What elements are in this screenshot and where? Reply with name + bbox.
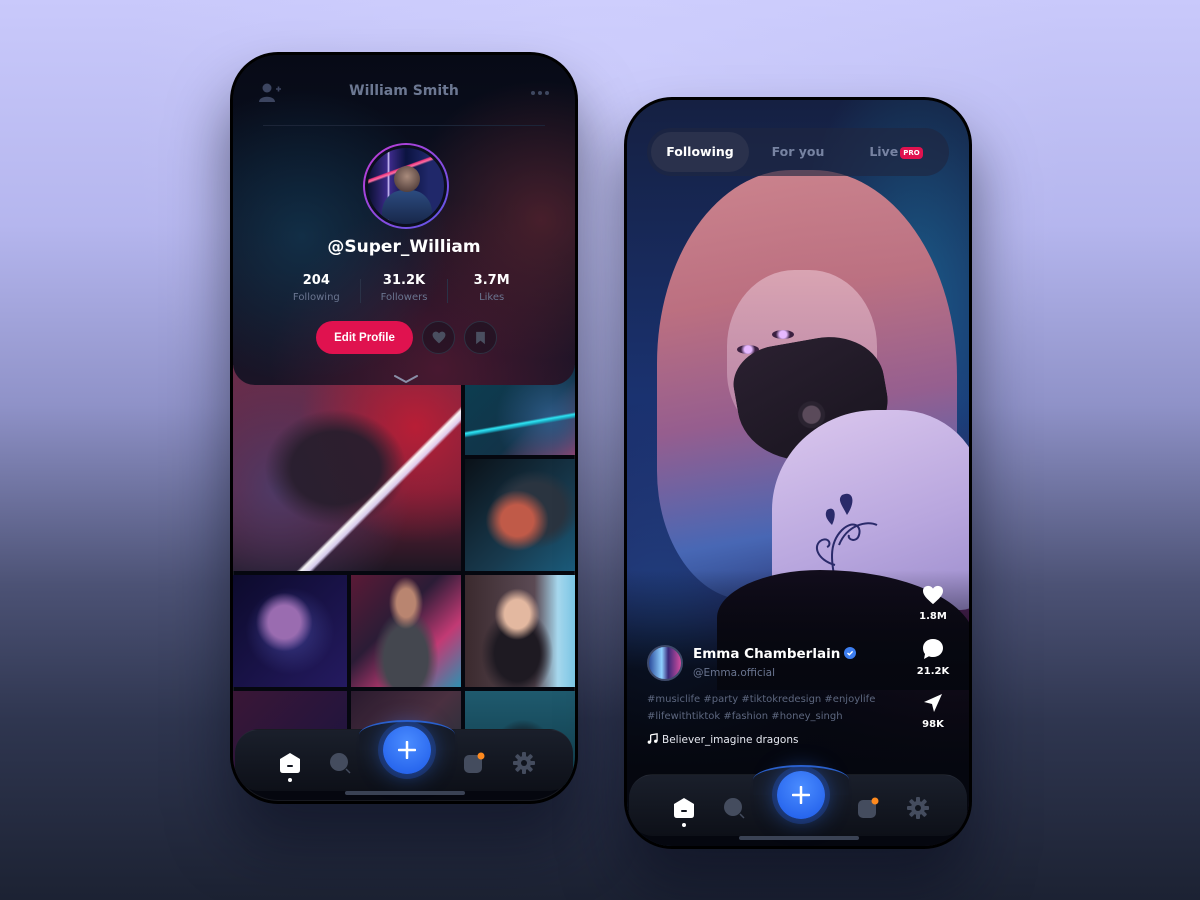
notification-dot	[477, 752, 485, 760]
feed-tabs: Following For you Live PRO	[647, 128, 949, 176]
search-icon[interactable]	[329, 752, 351, 774]
video-thumbnail[interactable]	[351, 575, 461, 687]
video-thumbnail[interactable]	[465, 459, 575, 571]
creator-handle: @Emma.official	[693, 667, 775, 679]
hashtag-line[interactable]: #lifewithtiktok #fashion #honey_singh	[647, 708, 907, 725]
feed-phone: Following For you Live PRO 1.8M 21.2K 98K…	[624, 97, 972, 849]
background	[0, 0, 1200, 900]
comment-icon	[923, 639, 943, 659]
home-icon[interactable]	[279, 752, 301, 774]
share-button[interactable]: 98K	[915, 693, 951, 730]
edit-profile-button[interactable]: Edit Profile	[316, 321, 413, 354]
stat-value: 3.7M	[473, 273, 510, 288]
stat-label: Likes	[479, 292, 505, 303]
song-title: Believer_imagine dragons	[662, 734, 799, 746]
inbox-icon[interactable]	[857, 797, 879, 819]
video-thumbnail[interactable]	[233, 365, 461, 571]
profile-phone: William Smith @Super_William 204 Followi…	[230, 52, 578, 804]
hashtags: #musiclife #party #tiktokredesign #enjoy…	[647, 691, 907, 725]
creator-avatar[interactable]	[647, 645, 683, 681]
chevron-down-icon[interactable]	[391, 373, 421, 387]
notification-dot	[871, 797, 879, 805]
create-button[interactable]	[777, 771, 825, 819]
search-icon[interactable]	[723, 797, 745, 819]
like-count: 1.8M	[919, 611, 947, 622]
stat-value: 204	[302, 273, 330, 288]
like-button[interactable]: 1.8M	[915, 585, 951, 622]
comment-button[interactable]: 21.2K	[915, 638, 951, 677]
stat-label: Following	[292, 292, 340, 303]
create-button[interactable]	[383, 726, 431, 774]
share-icon	[924, 694, 942, 712]
liked-videos-button[interactable]	[422, 321, 455, 354]
top-bar: William Smith	[233, 81, 575, 105]
stat-label: Followers	[380, 292, 428, 303]
creator-name-row[interactable]: Emma Chamberlain	[693, 646, 857, 662]
comment-count: 21.2K	[916, 666, 950, 677]
settings-icon[interactable]	[513, 752, 535, 774]
video-thumbnail[interactable]	[233, 575, 347, 687]
home-icon[interactable]	[673, 797, 695, 819]
heart-icon	[432, 331, 445, 344]
tab-label: Following	[666, 144, 734, 159]
inbox-icon[interactable]	[463, 752, 485, 774]
profile-handle: @Super_William	[327, 237, 481, 257]
home-indicator	[345, 791, 465, 795]
bottom-nav	[235, 720, 573, 791]
stat-likes[interactable]: 3.7M Likes	[448, 273, 535, 303]
tab-following[interactable]: Following	[651, 132, 749, 172]
avatar[interactable]	[363, 143, 449, 229]
stat-value: 31.2K	[382, 273, 426, 288]
music-note-icon	[647, 733, 658, 744]
more-dots-icon[interactable]	[531, 91, 549, 95]
tab-for-you[interactable]: For you	[749, 132, 847, 172]
creator-name: Emma Chamberlain	[693, 646, 841, 662]
tab-label: For you	[771, 144, 825, 159]
settings-icon[interactable]	[907, 797, 929, 819]
page-title: William Smith	[349, 83, 459, 99]
divider	[263, 125, 545, 126]
share-count: 98K	[922, 719, 944, 730]
video-thumbnail[interactable]	[465, 575, 575, 687]
bookmark-icon	[476, 331, 485, 344]
stat-followers[interactable]: 31.2K Followers	[361, 273, 448, 303]
hashtag-line[interactable]: #musiclife #party #tiktokredesign #enjoy…	[647, 691, 907, 708]
song-info[interactable]: Believer_imagine dragons	[647, 733, 798, 746]
verified-icon	[844, 647, 857, 659]
action-rail: 1.8M 21.2K 98K	[915, 585, 951, 746]
tab-live[interactable]: Live PRO	[847, 132, 945, 172]
tab-label: Live	[869, 144, 899, 159]
plus-icon	[398, 741, 416, 759]
plus-icon	[792, 786, 810, 804]
home-indicator	[739, 836, 859, 840]
profile-stats: 204 Following 31.2K Followers 3.7M Likes	[273, 273, 535, 303]
saved-videos-button[interactable]	[464, 321, 497, 354]
heart-icon	[923, 585, 943, 605]
profile-header: William Smith @Super_William 204 Followi…	[233, 55, 575, 385]
pro-badge: PRO	[900, 146, 923, 159]
stat-following[interactable]: 204 Following	[273, 273, 360, 303]
bottom-nav	[629, 765, 967, 836]
